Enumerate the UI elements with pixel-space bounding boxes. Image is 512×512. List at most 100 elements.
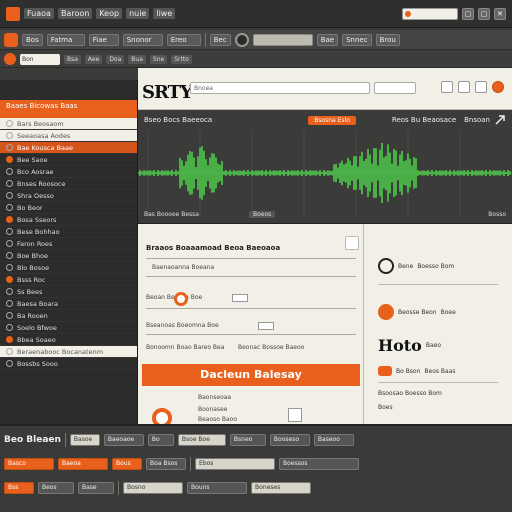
dock-field[interactable]: Bsneo [229, 434, 266, 446]
right-row[interactable]: Bsoosao Boesso Bom [378, 390, 442, 397]
title-search-field[interactable] [402, 7, 458, 20]
minimize-button[interactable]: ▢ [462, 7, 474, 20]
toolbar-field-5[interactable]: Ereo [166, 33, 201, 46]
value-box[interactable] [288, 408, 302, 422]
dock-field[interactable]: Baeoaoe [103, 434, 144, 446]
sidebar-header[interactable]: Baaes Bicowas Baas [0, 100, 137, 118]
sidebar-item[interactable]: Bossbs Sooo [0, 358, 137, 370]
dock-field[interactable]: Boa Bsos [146, 458, 186, 470]
user-icon[interactable] [441, 81, 453, 93]
right-row[interactable]: Boes [378, 404, 393, 411]
sidebar-item[interactable]: Bsss Roc [0, 274, 137, 286]
menu-item-edit[interactable]: Baroon [57, 8, 93, 19]
play-button[interactable] [234, 32, 249, 47]
sidebar-item[interactable]: Blo Bosoe [0, 262, 137, 274]
sidebar-item[interactable]: Bosa Sseors [0, 214, 137, 226]
close-button[interactable]: ✕ [494, 7, 506, 20]
sidebar-item[interactable]: Baesa Boara [0, 298, 137, 310]
right-big-text: Hoto [378, 336, 422, 355]
toolbar-field-2[interactable]: Fatma [46, 33, 85, 46]
toolbar-field-4[interactable]: Snonor [122, 33, 163, 46]
dock-field[interactable]: Base [78, 482, 114, 494]
dock-field[interactable]: Ebos [195, 458, 275, 470]
toolbar-right-field-1[interactable]: Bae [316, 33, 339, 46]
dock-field[interactable]: Bo [147, 434, 174, 446]
sidebar-item[interactable]: Shra Oesso [0, 190, 137, 202]
toolbar-input[interactable]: Bon [20, 53, 60, 65]
dock-field[interactable]: Bss [4, 482, 34, 494]
expand-icon[interactable] [494, 114, 506, 126]
main-search-input[interactable]: Bnoea [190, 82, 370, 94]
toolbar-chip[interactable]: Bsa [64, 54, 81, 64]
menu-item-view[interactable]: Keop [96, 8, 123, 19]
dock-field[interactable]: Baseoo [313, 434, 354, 446]
maximize-button[interactable]: ▢ [478, 7, 490, 20]
circle-icon [6, 336, 13, 343]
right-row[interactable]: Hoto Baeo [378, 336, 441, 355]
toolbar-field-1[interactable]: Bos [22, 33, 43, 46]
sidebar-item[interactable]: Bnses Roosoce [0, 178, 137, 190]
value-box[interactable] [258, 322, 274, 330]
sidebar-item[interactable]: Bo Beor [0, 202, 137, 214]
sidebar-item[interactable]: Bars Beosaom [0, 118, 137, 130]
value-box[interactable] [232, 294, 248, 302]
waveform-canvas[interactable] [138, 130, 512, 216]
menu-button[interactable] [4, 53, 16, 65]
sidebar-item[interactable]: Seeaoasa Aodes [0, 130, 137, 142]
toolbar-chip[interactable]: Bua [128, 54, 146, 64]
search-button[interactable] [374, 82, 416, 94]
circle-icon [6, 132, 13, 139]
sidebar-item[interactable]: Bee Saoe [0, 154, 137, 166]
settings-icon[interactable] [458, 81, 470, 93]
primary-action-button[interactable]: Dacleun Balesay [142, 364, 360, 386]
right-row[interactable]: Bene Boesso Bom [378, 258, 454, 274]
dock-row: Beo Bleaen Basoe Baeoaoe Bo Bsoe Boe Bsn… [4, 432, 508, 448]
dock-field[interactable]: Baeoa [58, 458, 108, 470]
sidebar-item[interactable]: Ba Rooen [0, 310, 137, 322]
dock-field[interactable]: Boessos [279, 458, 359, 470]
right-row[interactable]: Bo Bson Beos Baas [378, 366, 456, 376]
toolbar-chip[interactable]: Doa [106, 54, 125, 64]
toolbar-right-field-3[interactable]: Brou [375, 33, 400, 46]
menu-item-help[interactable]: liwe [153, 8, 176, 19]
sidebar-item[interactable]: Bbea Soaeo [0, 334, 137, 346]
record-button[interactable] [4, 32, 18, 47]
dock-field[interactable]: Beos [38, 482, 74, 494]
dock-field[interactable]: Bouns [187, 482, 247, 494]
dock-field[interactable]: Bous [112, 458, 142, 470]
dock-row: Basco Baeoa Bous Boa Bsos Ebos Boessos [4, 456, 508, 472]
right-row-sub: Boee [440, 308, 456, 316]
dock-field[interactable]: Bsoe Boe [177, 434, 226, 446]
right-row[interactable]: Beosse Beon Boee [378, 304, 456, 320]
sidebar-item[interactable]: Bese Bohhao [0, 226, 137, 238]
content-panel: Braaos Boaaamoad Beoa Baeoaoa Baenaoanna… [138, 224, 364, 428]
dock-field[interactable]: Booseso [269, 434, 310, 446]
sidebar-item[interactable]: Ss Bees [0, 286, 137, 298]
toolbar-right-field-2[interactable]: Snnec [342, 33, 372, 46]
dock-field[interactable]: Basoe [69, 434, 100, 446]
toolbar-field-3[interactable]: Fiae [88, 33, 119, 46]
dock-field[interactable]: Bosno [123, 482, 183, 494]
sidebar-item[interactable]: Bae Kousca Baae [0, 142, 137, 154]
dock-title: Beo Bleaen [4, 435, 61, 445]
menu-item-tools[interactable]: nuie [126, 8, 150, 19]
sidebar-item[interactable]: Soelo Bfwoe [0, 322, 137, 334]
record-icon[interactable] [492, 81, 504, 93]
waveform-title: Bseo Bocs Baeeoca [144, 116, 213, 124]
position-slider[interactable] [252, 33, 313, 46]
menu-item-file[interactable]: Fuaoa [24, 8, 54, 19]
toolbar-center-button[interactable]: Bec [209, 33, 231, 46]
sidebar-item[interactable]: Boe Bhoe [0, 250, 137, 262]
sidebar-item[interactable]: Faron Roes [0, 238, 137, 250]
notify-icon[interactable] [475, 81, 487, 93]
toolbar-chip[interactable]: Aee [84, 54, 103, 64]
sidebar-item[interactable]: Bco Aosrae [0, 166, 137, 178]
toolbar-chip[interactable]: Sne [149, 54, 168, 64]
gain-knob[interactable] [174, 292, 188, 306]
dock-field[interactable]: Basco [4, 458, 54, 470]
content-chip-button[interactable] [345, 236, 359, 250]
sidebar-item[interactable]: Beraenabooc Bocanatenm [0, 346, 137, 358]
toolbar-chip[interactable]: Srtto [171, 54, 192, 64]
waveform-tag[interactable]: Bsosna Eslo [308, 115, 356, 125]
dock-field[interactable]: Boneses [251, 482, 311, 494]
